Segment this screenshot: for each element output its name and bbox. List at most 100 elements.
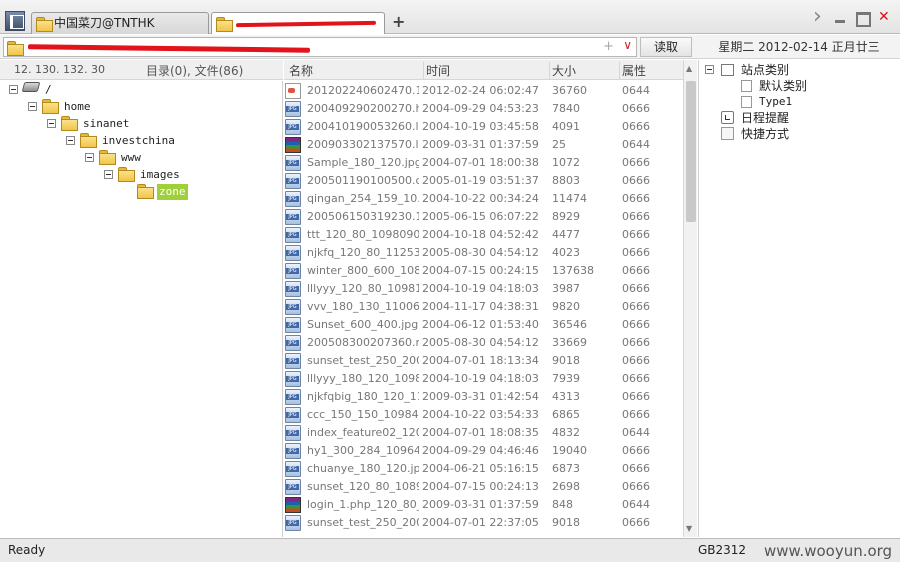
server-ip: 12. 130. 132. 30 [14,63,105,76]
jpg-file-icon [285,515,301,531]
window-controls [810,4,892,29]
tree-node-label: images [140,168,180,181]
site-tree-node[interactable]: 快捷方式 [705,126,855,142]
tree-node[interactable]: images [104,167,304,183]
file-row[interactable]: vvv_180_130_11006...2004-11-17 04:38:31 9… [284,298,683,316]
file-row[interactable]: sunset_test_250_200...2004-07-01 18:13:3… [284,352,683,370]
site-tree-node[interactable]: Type1 [741,94,891,110]
file-size: 2698 [552,480,580,493]
tree-node[interactable]: home [28,99,228,115]
tree-node[interactable]: investchina [66,133,266,149]
watermark: www.wooyun.org [764,542,893,560]
file-size: 4477 [552,228,580,241]
file-row[interactable]: index_feature02_120...2004-07-01 18:08:3… [284,424,683,442]
file-time: 2004-06-12 01:53:40 [422,318,539,331]
file-row[interactable]: ccc_150_150_10984...2004-10-22 03:54:33 6… [284,406,683,424]
tab-current[interactable] [211,12,385,34]
file-row[interactable]: 200508300207360.nj...2005-08-30 04:54:12… [284,334,683,352]
file-attr: 0644 [622,84,650,97]
file-name: vvv_180_130_11006... [307,300,419,313]
column-time[interactable]: 时间 [423,62,450,79]
collapse-icon[interactable] [47,119,56,128]
box-icon [721,64,734,76]
file-name: Sunset_600_400.jpg [307,318,419,331]
file-row[interactable]: sunset_test_250_200...2004-07-01 22:37:0… [284,514,683,532]
file-row[interactable]: Sample_180_120.jpg2004-07-01 18:00:38 107… [284,154,683,172]
site-tree-node[interactable]: 默认类别 [741,78,891,94]
file-row[interactable]: hy1_300_284_10964...2004-09-29 04:46:46 1… [284,442,683,460]
tree-node[interactable]: sinanet [47,116,247,132]
file-row[interactable]: 200903302137570.lo...2009-03-31 01:37:59… [284,136,683,154]
file-row[interactable]: winter_800_600_108...2004-07-15 00:24:15… [284,262,683,280]
column-attr[interactable]: 属性 [619,62,646,79]
collapse-icon[interactable] [104,170,113,179]
chevron-down-icon[interactable]: ∨ [623,38,632,52]
collapse-icon[interactable] [9,85,18,94]
column-size[interactable]: 大小 [549,62,576,79]
jpg-file-icon [285,479,301,495]
file-attr: 0666 [622,480,650,493]
folder-icon [42,99,59,114]
file-name: sunset_test_250_200... [307,516,419,529]
file-row[interactable]: lllyyy_120_80_10981...2004-10-19 04:18:0… [284,280,683,298]
column-name[interactable]: 名称 [289,62,313,79]
plus-icon[interactable]: + [603,39,614,54]
tree-node-label: www [121,151,141,164]
file-row[interactable]: 200501190100500.d...2005-01-19 03:51:37 8… [284,172,683,190]
file-row[interactable]: ttt_120_80_1098090...2004-10-18 04:52:42… [284,226,683,244]
file-row[interactable]: njkfq_120_80_11253...2005-08-30 04:54:12… [284,244,683,262]
file-row[interactable]: chuanye_180_120.jpg2004-06-21 05:16:15 68… [284,460,683,478]
tab-home[interactable]: 中国菜刀@TNTHK [31,12,209,34]
file-attr: 0666 [622,462,650,475]
collapse-icon[interactable] [85,153,94,162]
close-icon[interactable] [876,9,892,26]
file-size: 4023 [552,246,580,259]
file-row[interactable]: sunset_120_80_1089...2004-07-15 00:24:13… [284,478,683,496]
file-name: 200903302137570.lo... [307,138,419,151]
file-row[interactable]: qingan_254_159_10...2004-10-22 00:34:24 1… [284,190,683,208]
status-text: Ready [8,543,46,557]
file-attr: 0666 [622,120,650,133]
collapse-icon[interactable] [28,102,37,111]
file-row[interactable]: 200410190053260.lll...2004-10-19 03:45:5… [284,118,683,136]
new-tab-button[interactable]: + [392,12,405,32]
file-attr: 0666 [622,228,650,241]
file-row[interactable]: 201202240602470.1....2012-02-24 06:02:47… [284,82,683,100]
site-tree-node[interactable]: 站点类别 [705,62,855,78]
file-row[interactable]: login_1.php_120_80_...2009-03-31 01:37:5… [284,496,683,514]
file-row[interactable]: 200409290200270.h...2004-09-29 04:53:23 7… [284,100,683,118]
file-attr: 0666 [622,354,650,367]
file-row[interactable]: Sunset_600_400.jpg2004-06-12 01:53:40 365… [284,316,683,334]
collapse-icon[interactable] [66,136,75,145]
path-input[interactable]: + ∨ [3,37,637,57]
tree-header: 12. 130. 132. 30 目录(0), 文件(86) [0,60,283,80]
file-attr: 0666 [622,174,650,187]
jpg-file-icon [285,407,301,423]
file-time: 2004-09-29 04:46:46 [422,444,539,457]
jpg-file-icon [285,425,301,441]
scroll-thumb[interactable] [686,81,696,222]
chevron-right-icon[interactable] [810,4,826,29]
file-row[interactable]: njkfqbig_180_120_11...2009-03-31 01:42:5… [284,388,683,406]
file-size: 3987 [552,282,580,295]
file-name: 201202240602470.1.... [307,84,419,97]
file-row[interactable]: 200506150319230.1...2005-06-15 06:07:22 8… [284,208,683,226]
scroll-up-icon[interactable]: ▲ [686,64,692,73]
minimize-icon[interactable] [832,10,848,26]
jpg-file-icon [285,191,301,207]
scroll-down-icon[interactable]: ▼ [686,524,692,533]
maximize-icon[interactable] [854,10,871,27]
status-bar: Ready GB2312 www.wooyun.org [0,538,900,562]
collapse-icon[interactable] [705,65,714,74]
tree-node[interactable]: / [9,82,209,98]
read-button[interactable]: 读取 [640,37,692,57]
tree-node-label: zone [157,184,188,200]
tree-node[interactable]: www [85,150,285,166]
file-size: 137638 [552,264,594,277]
file-list-scrollbar[interactable]: ▲ ▼ [683,60,697,537]
jpg-file-icon [285,443,301,459]
file-row[interactable]: lllyyy_180_120_1098...2004-10-19 04:18:0… [284,370,683,388]
file-attr: 0666 [622,390,650,403]
site-tree-node[interactable]: 日程提醒 [705,110,855,126]
app-menu-icon[interactable] [5,11,25,31]
